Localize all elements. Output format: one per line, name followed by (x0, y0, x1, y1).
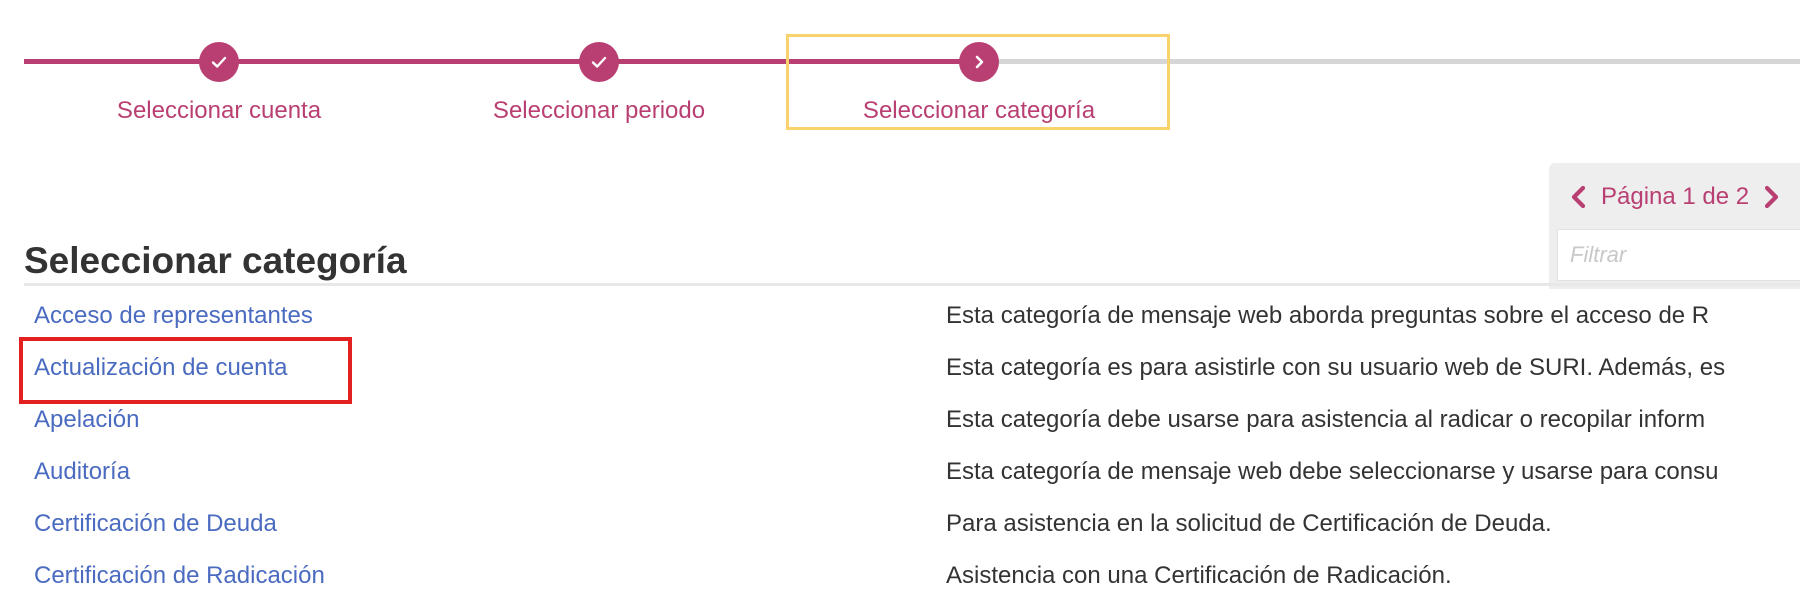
step-1-completed-indicator (199, 42, 239, 82)
category-link-acceso-representantes[interactable]: Acceso de representantes (34, 302, 313, 330)
category-row: Certificación de Radicación Asistencia c… (0, 552, 1800, 604)
page-title: Seleccionar categoría (24, 240, 407, 281)
step-label-select-account[interactable]: Seleccionar cuenta (117, 97, 321, 125)
pager-filter-panel: Página 1 de 2 (1549, 163, 1800, 289)
category-link-certificacion-radicacion[interactable]: Certificación de Radicación (34, 562, 325, 590)
step-2-completed-indicator (579, 42, 619, 82)
category-link-auditoria[interactable]: Auditoría (34, 458, 130, 486)
current-step-highlight (786, 34, 1170, 130)
chevron-left-icon[interactable] (1567, 183, 1591, 211)
filter-input[interactable] (1557, 229, 1800, 281)
selected-category-highlight (19, 337, 352, 404)
category-description: Para asistencia en la solicitud de Certi… (946, 510, 1552, 537)
page-indicator: Página 1 de 2 (1601, 183, 1750, 210)
category-description: Esta categoría de mensaje web debe selec… (946, 458, 1719, 485)
progress-stepper: Seleccionar cuenta Seleccionar periodo S… (0, 0, 1800, 140)
pagination: Página 1 de 2 (1567, 177, 1783, 217)
title-divider (24, 283, 1800, 286)
chevron-right-icon[interactable] (1759, 183, 1783, 211)
category-row: Auditoría Esta categoría de mensaje web … (0, 448, 1800, 500)
check-icon (591, 56, 607, 68)
step-label-select-period[interactable]: Seleccionar periodo (493, 97, 705, 125)
check-icon (211, 56, 227, 68)
category-description: Asistencia con una Certificación de Radi… (946, 562, 1452, 589)
category-description: Esta categoría debe usarse para asistenc… (946, 406, 1706, 433)
category-link-apelacion[interactable]: Apelación (34, 406, 139, 434)
category-row: Certificación de Deuda Para asistencia e… (0, 500, 1800, 552)
category-description: Esta categoría de mensaje web aborda pre… (946, 302, 1710, 329)
category-description: Esta categoría es para asistirle con su … (946, 354, 1726, 381)
category-link-certificacion-deuda[interactable]: Certificación de Deuda (34, 510, 277, 538)
